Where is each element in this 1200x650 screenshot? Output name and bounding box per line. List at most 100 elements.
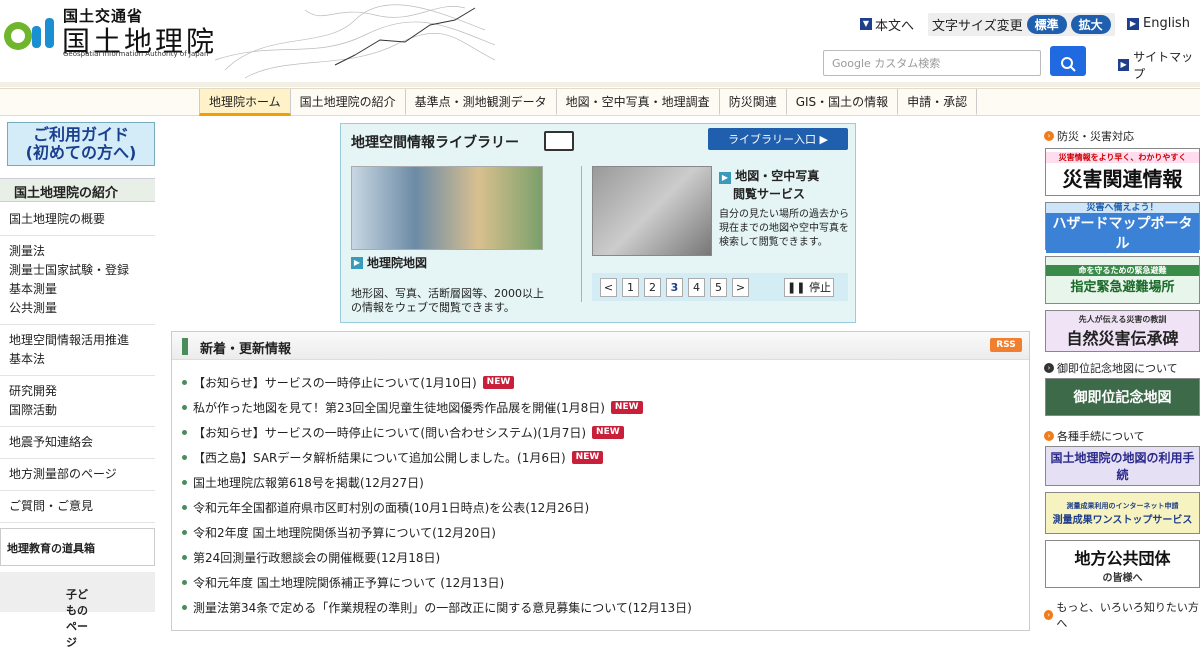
intro-link[interactable]: 地震予知連絡会 <box>9 435 93 449</box>
disaster-monument-banner[interactable]: 先人が伝える災害の教訓 自然災害伝承碑 <box>1045 310 1200 352</box>
news-item: 【お知らせ】サービスの一時停止について(1月10日) NEW <box>182 370 1022 395</box>
pager-page[interactable]: 4 <box>688 277 705 297</box>
pager-stop-button[interactable]: ❚❚ 停止 <box>784 277 834 297</box>
intro-link[interactable]: 研究開発 <box>9 382 146 401</box>
library-enter-button[interactable]: ライブラリー入口 ▶ <box>708 128 848 150</box>
intro-link[interactable]: 測量士国家試験・登録 <box>9 261 146 280</box>
banner-subtitle: 災害へ備えよう！ <box>1086 202 1159 213</box>
evacuation-site-banner[interactable]: 命を守るための緊急避難 指定緊急避難場所 <box>1045 256 1200 304</box>
pager-page-active[interactable]: 3 <box>666 277 683 297</box>
banner-subtitle: の皆様へ <box>1102 572 1143 584</box>
intro-link[interactable]: 国際活動 <box>9 401 146 420</box>
font-size-controls: 文字サイズ変更 標準 拡大 <box>928 12 1115 36</box>
sitemap-link[interactable]: ▶ サイトマップ <box>1118 48 1200 82</box>
intro-link[interactable]: 地理空間情報活用推進 <box>9 331 146 350</box>
nav-about[interactable]: 国土地理院の紹介 <box>291 89 406 116</box>
banner-subtitle: 災害情報をより早く、わかりやすく <box>1046 152 1199 163</box>
news-link[interactable]: 第24回測量行政懇談会の開催概要(12月18日) <box>193 549 440 566</box>
pager-page[interactable]: 2 <box>644 277 661 297</box>
site-logo[interactable]: 国土交通省 国土地理院 Geospatial Information Autho… <box>0 0 496 80</box>
hazard-map-banner[interactable]: 災害へ備えよう！ ハザードマップポータル <box>1045 202 1200 253</box>
news-link[interactable]: 国土地理院広報第618号を掲載(12月27日) <box>193 474 424 491</box>
news-link[interactable]: 【お知らせ】サービスの一時停止について(問い合わせシステム)(1月7日) <box>193 424 586 441</box>
right-sidebar: › 防災・災害対応 災害情報をより早く、わかりやすく 災害関連情報 災害へ備えよう… <box>1044 118 1200 630</box>
intro-link[interactable]: 公共測量 <box>9 299 146 318</box>
pager-prev[interactable]: < <box>600 277 617 297</box>
map-photo-service-image[interactable] <box>592 166 712 256</box>
news-link[interactable]: 令和元年度 国土地理院関係補正予算について (12月13日) <box>193 574 504 591</box>
skip-to-content-link[interactable]: ▼ 本文へ <box>860 15 914 34</box>
section-label: 各種手続について <box>1057 430 1145 443</box>
one-stop-service-banner[interactable]: 測量成果利用のインターネット申請 測量成果ワンストップサービス <box>1045 492 1200 534</box>
chevron-right-icon: › <box>1044 363 1054 373</box>
news-link[interactable]: 令和2年度 国土地理院関係当初予算について(12月20日) <box>193 524 496 541</box>
guide-subtitle: (初めての方へ) <box>25 143 137 162</box>
local-government-banner[interactable]: 地方公共団体 の皆様へ <box>1045 540 1200 588</box>
news-link[interactable]: 【西之島】SARデータ解析結果について追加公開しました。(1月6日) <box>193 449 566 466</box>
bullet-icon <box>182 505 187 510</box>
global-nav: 地理院ホーム 国土地理院の紹介 基準点・測地観測データ 地図・空中写真・地理調査… <box>0 88 1200 116</box>
search-input[interactable]: Google カスタム検索 <box>823 50 1041 76</box>
intro-link[interactable]: 基本測量 <box>9 280 146 299</box>
user-guide-banner[interactable]: ご利用ガイド (初めての方へ) <box>7 122 155 166</box>
banner-title: 地方公共団体 <box>1074 548 1171 568</box>
kids-page-banner[interactable]: 子どものページ <box>0 572 155 649</box>
org-name-english: Geospatial Information Authority of Japa… <box>63 50 209 58</box>
banner-subtitle: 先人が伝える災害の教訓 <box>1078 314 1167 324</box>
chiriin-map-image[interactable] <box>351 166 543 250</box>
news-link[interactable]: 【お知らせ】サービスの一時停止について(1月10日) <box>193 374 477 391</box>
news-item: 令和2年度 国土地理院関係当初予算について(12月20日) <box>182 520 1022 545</box>
disaster-info-banner[interactable]: 災害情報をより早く、わかりやすく 災害関連情報 <box>1045 148 1200 196</box>
site-header: 国土交通省 国土地理院 Geospatial Information Autho… <box>0 0 1200 88</box>
news-item: 【西之島】SARデータ解析結果について追加公開しました。(1月6日) NEW <box>182 445 1022 470</box>
nav-geodetic-data[interactable]: 基準点・測地観測データ <box>406 89 557 116</box>
map-outline-decoration <box>214 4 496 79</box>
intro-link[interactable]: 基本法 <box>9 350 146 369</box>
intro-group-earthquake: 地震予知連絡会 <box>0 427 155 459</box>
map-usage-procedure-banner[interactable]: 国土地理院の地図の利用手続 <box>1045 446 1200 486</box>
nav-applications[interactable]: 申請・承認 <box>898 89 978 116</box>
nav-home[interactable]: 地理院ホーム <box>199 89 291 116</box>
news-link[interactable]: 私が作った地図を見て！第23回全国児童生徒地図優秀作品展を開催(1月8日) <box>193 399 605 416</box>
section-label: 防災・災害対応 <box>1057 130 1134 143</box>
stop-label: 停止 <box>808 280 831 294</box>
nav-disaster[interactable]: 防災関連 <box>720 89 787 116</box>
news-list: 【お知らせ】サービスの一時停止について(1月10日) NEW 私が作った地図を見て！… <box>182 370 1022 620</box>
service-title-line2: 閲覧サービス <box>733 187 806 201</box>
font-standard-button[interactable]: 標準 <box>1026 14 1067 34</box>
news-title: 新着・更新情報 <box>200 342 292 357</box>
rss-button[interactable]: RSS <box>990 338 1022 352</box>
news-link[interactable]: 測量法第34条で定める「作業規程の準則」の一部改正に関する意見募集について(12… <box>193 599 692 616</box>
library-title: 地理空間情報ライブラリー <box>351 135 519 151</box>
enthronement-map-banner[interactable]: 御即位記念地図 <box>1045 378 1200 416</box>
intro-link[interactable]: ご質問・ご意見 <box>9 499 93 513</box>
news-link[interactable]: 令和元年全国都道府県市区町村別の面積(10月1日時点)を公表(12月26日) <box>193 499 589 516</box>
intro-group-geospatial-law: 地理空間情報活用推進 基本法 <box>0 325 155 376</box>
banner-title: 測量成果ワンストップサービス <box>1052 514 1193 526</box>
news-item: 第24回測量行政懇談会の開催概要(12月18日) <box>182 545 1022 570</box>
news-item: 令和元年度 国土地理院関係補正予算について (12月13日) <box>182 570 1022 595</box>
pager-page[interactable]: 5 <box>710 277 727 297</box>
map-photo-service-link[interactable]: ▶ 地図・空中写真 閲覧サービス <box>719 167 819 203</box>
chiriin-map-desc: 地形図、写真、活断層図等、2000以上の情報をウェブで閲覧できます。 <box>351 287 544 314</box>
search-button[interactable] <box>1050 46 1086 76</box>
bullet-icon <box>182 380 187 385</box>
new-badge: NEW <box>482 376 515 389</box>
intro-link[interactable]: 国土地理院の概要 <box>9 212 105 226</box>
intro-group-survey-law: 測量法 測量士国家試験・登録 基本測量 公共測量 <box>0 236 155 325</box>
new-badge: NEW <box>610 401 643 414</box>
intro-group-inquiry: ご質問・ご意見 <box>0 491 155 523</box>
nav-maps-photos[interactable]: 地図・空中写真・地理調査 <box>557 89 720 116</box>
bullet-icon <box>182 580 187 585</box>
english-link[interactable]: ▶ English <box>1127 16 1190 31</box>
chiriin-map-link[interactable]: ▶ 地理院地図 <box>351 254 427 271</box>
font-size-label: 文字サイズ変更 <box>932 18 1023 34</box>
geo-education-banner[interactable]: 地理教育の道具箱 <box>0 528 155 566</box>
section-label: 御即位記念地図について <box>1057 362 1178 375</box>
pager-page[interactable]: 1 <box>622 277 639 297</box>
font-large-button[interactable]: 拡大 <box>1070 14 1111 34</box>
intro-link[interactable]: 測量法 <box>9 242 146 261</box>
pager-next[interactable]: > <box>732 277 749 297</box>
intro-link[interactable]: 地方測量部のページ <box>9 467 117 481</box>
nav-gis[interactable]: GIS・国土の情報 <box>787 89 899 116</box>
